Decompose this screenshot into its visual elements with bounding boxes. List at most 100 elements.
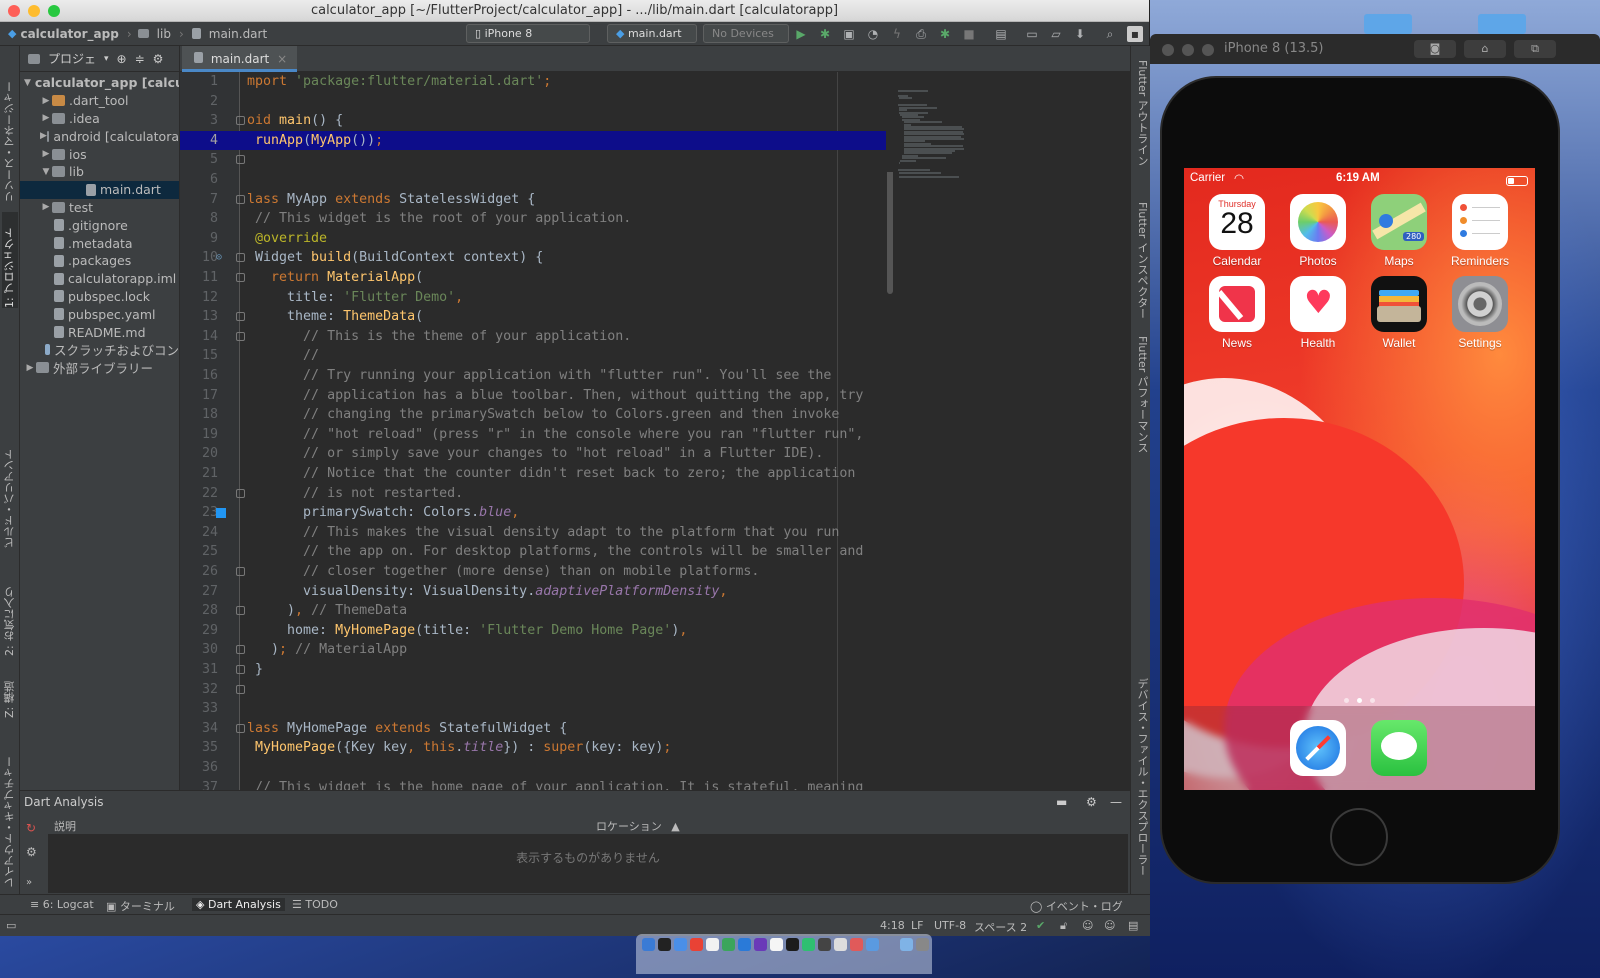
code-line[interactable]: 31 }: [180, 660, 1130, 680]
attach-debugger-icon[interactable]: ✱: [937, 26, 953, 42]
layout-toggle-icon[interactable]: ▭: [6, 919, 16, 932]
code-line[interactable]: 14 // This is the theme of your applicat…: [180, 327, 1130, 347]
app-reminders[interactable]: Reminders: [1445, 194, 1515, 268]
rotate-icon[interactable]: ⧉: [1514, 40, 1556, 58]
chevron-down-icon[interactable]: ▾: [104, 54, 109, 64]
collapse-icon[interactable]: ≑: [135, 52, 145, 66]
desktop-folder-icon[interactable]: [1478, 14, 1526, 34]
code-line[interactable]: 25 // the app on. For desktop platforms,…: [180, 542, 1130, 562]
gear-icon[interactable]: ⚙: [153, 52, 164, 66]
close-window-button[interactable]: [1162, 44, 1174, 56]
app-health[interactable]: ♥ Health: [1283, 276, 1353, 350]
code-line[interactable]: 10 ⊙ Widget build(BuildContext context) {: [180, 248, 1130, 268]
hot-reload-icon[interactable]: ϟ: [889, 26, 905, 42]
lock-icon[interactable]: 🔓︎: [1060, 919, 1067, 933]
minimize-icon[interactable]: —: [1110, 791, 1122, 813]
code-line[interactable]: 29 home: MyHomePage(title: 'Flutter Demo…: [180, 621, 1130, 641]
search-icon[interactable]: ⌕: [1102, 26, 1118, 42]
logcat-button[interactable]: ≡ 6: Logcat: [30, 898, 94, 911]
tab-device-file-explorer[interactable]: デバイス・ファイル・エクスプローラー: [1134, 678, 1150, 876]
android-studio-icon[interactable]: [722, 938, 735, 951]
layout-icon[interactable]: ▭: [1024, 26, 1040, 42]
fold-marker-icon[interactable]: [236, 253, 245, 263]
tab-flutter-inspector[interactable]: Flutter インスペクター: [1134, 202, 1150, 319]
attach-icon[interactable]: ⎙: [913, 26, 929, 42]
project-structure-icon[interactable]: ▤: [993, 26, 1009, 42]
code-minimap[interactable]: [886, 72, 1130, 179]
app-maps[interactable]: 280 Maps: [1364, 194, 1434, 268]
code-line[interactable]: 15 //: [180, 346, 1130, 366]
expand-icon[interactable]: »: [26, 877, 32, 888]
code-line[interactable]: 26 // closer together (more dense) than …: [180, 562, 1130, 582]
close-icon[interactable]: ×: [277, 52, 287, 66]
memory-icon[interactable]: ▤: [1128, 919, 1138, 932]
debug-icon[interactable]: ✱: [817, 26, 833, 42]
color-swatch-icon[interactable]: [216, 508, 226, 519]
code-line[interactable]: 33: [180, 699, 1130, 719]
page-indicator[interactable]: [1340, 692, 1380, 703]
tree-item[interactable]: ▶ test: [20, 199, 179, 217]
inspector-icon[interactable]: ☺: [1082, 919, 1093, 932]
chevron-right-icon[interactable]: ▶: [24, 363, 36, 373]
home-icon[interactable]: ⌂: [1464, 40, 1506, 58]
indent-setting[interactable]: スペース 2: [974, 919, 1027, 935]
code-line[interactable]: 17 // application has a blue toolbar. Th…: [180, 386, 1130, 406]
tab-layout-capture[interactable]: レイアウト・キャプチャー: [2, 740, 18, 888]
app-news[interactable]: News: [1202, 276, 1272, 350]
code-line[interactable]: 8 // This widget is the root of your app…: [180, 209, 1130, 229]
tree-item[interactable]: calculatorapp.iml: [20, 270, 179, 288]
chevron-down-icon[interactable]: ▼: [24, 78, 31, 88]
fold-marker-icon[interactable]: [236, 312, 245, 322]
chevron-right-icon[interactable]: ▶: [40, 113, 52, 123]
github-icon[interactable]: [658, 938, 671, 951]
downloads-icon[interactable]: [900, 938, 913, 951]
refresh-icon[interactable]: ↻: [26, 821, 36, 835]
comment-icon[interactable]: ▬: [1056, 791, 1067, 813]
tree-item[interactable]: .gitignore: [20, 216, 179, 234]
finder-icon[interactable]: [642, 938, 655, 951]
fold-marker-icon[interactable]: [236, 488, 245, 498]
cursor-position[interactable]: 4:18: [880, 919, 905, 932]
chrome-icon[interactable]: [690, 938, 703, 951]
code-line[interactable]: 11 return MaterialApp(: [180, 268, 1130, 288]
fold-marker-icon[interactable]: [236, 155, 245, 165]
locate-icon[interactable]: ⊕: [117, 52, 127, 66]
tree-item[interactable]: スクラッチおよびコン: [20, 341, 179, 359]
fold-marker-icon[interactable]: [236, 116, 245, 126]
app-icon[interactable]: [850, 938, 863, 951]
tree-item[interactable]: pubspec.yaml: [20, 305, 179, 323]
close-window-button[interactable]: [8, 5, 20, 17]
column-description[interactable]: 説明: [54, 818, 76, 834]
vcs-check-icon[interactable]: ✔: [1036, 919, 1045, 932]
screenshot-icon[interactable]: ◙: [1414, 40, 1456, 58]
code-line[interactable]: 9 @override: [180, 229, 1130, 249]
tree-item[interactable]: ▶ android [calculatora: [20, 127, 179, 145]
tree-item[interactable]: ▼calculator_app [calcula: [20, 74, 179, 92]
fold-marker-icon[interactable]: [236, 273, 245, 282]
code-line[interactable]: 13 theme: ThemeData(: [180, 307, 1130, 327]
file-encoding[interactable]: UTF-8: [934, 919, 966, 932]
trash-icon[interactable]: [916, 938, 929, 951]
breadcrumb-project[interactable]: ◆ calculator_app ›: [8, 27, 132, 41]
tree-item[interactable]: ▼ lib: [20, 163, 179, 181]
tab-favorites[interactable]: 2: お気に入り: [2, 572, 18, 656]
todo-button[interactable]: ☰ TODO: [292, 898, 338, 911]
code-line[interactable]: 24 // This makes the visual density adap…: [180, 523, 1130, 543]
code-line[interactable]: 35 MyHomePage({Key key, this.title}) : s…: [180, 738, 1130, 758]
chevron-right-icon[interactable]: ▶: [40, 149, 52, 159]
code-line[interactable]: 6: [180, 170, 1130, 190]
tab-build-variants[interactable]: ビルド・バリアント: [2, 438, 18, 548]
override-icon[interactable]: ⊙: [216, 248, 222, 268]
minimize-window-button[interactable]: [28, 5, 40, 17]
fold-marker-icon[interactable]: [236, 606, 245, 616]
fold-marker-icon[interactable]: [236, 723, 245, 733]
fold-marker-icon[interactable]: [236, 665, 245, 674]
run-config-selector[interactable]: ◆ main.dart ▼: [607, 24, 697, 57]
app-settings[interactable]: Settings: [1445, 276, 1515, 350]
tree-item[interactable]: ▶ .idea: [20, 110, 179, 128]
fold-marker-icon[interactable]: [236, 331, 245, 341]
code-line[interactable]: 36: [180, 758, 1130, 778]
app-calendar[interactable]: Thursday 28 Calendar: [1202, 194, 1272, 268]
dart-analysis-button[interactable]: ◈ Dart Analysis: [192, 898, 285, 911]
code-line[interactable]: 19 // "hot reload" (press "r" in the con…: [180, 425, 1130, 445]
